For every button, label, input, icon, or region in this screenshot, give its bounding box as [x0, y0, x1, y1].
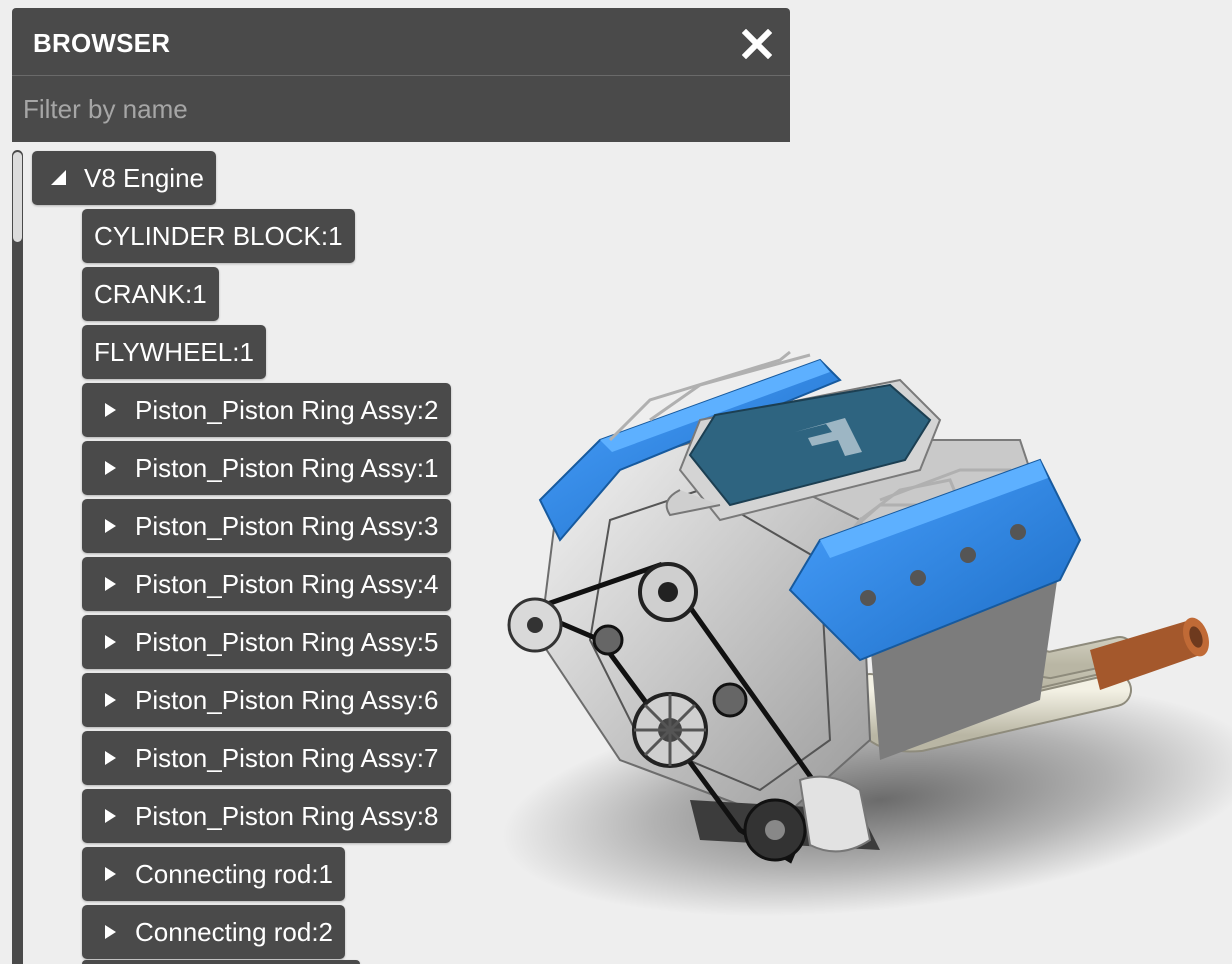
tree-node[interactable]: Piston_Piston Ring Assy:4 — [82, 557, 451, 611]
exhaust-tip — [1090, 617, 1209, 690]
tree-node[interactable]: Piston_Piston Ring Assy:6 — [82, 673, 451, 727]
expand-arrow-icon[interactable] — [102, 441, 122, 495]
expand-arrow-icon[interactable] — [102, 383, 122, 437]
tree-node[interactable]: FLYWHEEL:1 — [82, 325, 266, 379]
expand-arrow-icon[interactable] — [102, 673, 122, 727]
tree-node-label: Piston_Piston Ring Assy:2 — [135, 395, 439, 425]
tree-node[interactable]: Connecting rod:1 — [82, 847, 346, 901]
tree-node[interactable]: CYLINDER BLOCK:1 — [82, 209, 355, 263]
tree-node[interactable]: Connecting rod:2 — [82, 905, 346, 959]
tree-scrollbar[interactable] — [12, 150, 23, 964]
tree-node[interactable]: Piston_Piston Ring Assy:8 — [82, 789, 451, 843]
scrollbar-thumb[interactable] — [13, 152, 22, 242]
tree-node[interactable]: Piston_Piston Ring Assy:3 — [82, 499, 451, 553]
browser-title: BROWSER — [33, 28, 171, 58]
expand-arrow-icon[interactable] — [102, 847, 122, 901]
expand-toggle-icon[interactable] — [49, 151, 69, 205]
tree-node-label: Connecting rod:1 — [135, 859, 334, 889]
close-icon[interactable] — [741, 28, 773, 60]
tree-node[interactable]: Piston_Piston Ring Assy:2 — [82, 383, 451, 437]
tree-node-label: CYLINDER BLOCK:1 — [94, 221, 343, 251]
tree-node-root[interactable]: V8 Engine — [32, 151, 216, 205]
tree-node-label: V8 Engine — [84, 163, 204, 193]
tree-node-label: FLYWHEEL:1 — [94, 337, 254, 367]
tree-node-label: Piston_Piston Ring Assy:8 — [135, 801, 439, 831]
expand-arrow-icon[interactable] — [102, 905, 122, 959]
tree-node[interactable]: CRANK:1 — [82, 267, 219, 321]
expand-arrow-icon[interactable] — [102, 615, 122, 669]
tree-node[interactable]: Piston_Piston Ring Assy:1 — [82, 441, 451, 495]
expand-arrow-icon[interactable] — [102, 557, 122, 611]
tree-node-label: CRANK:1 — [94, 279, 207, 309]
tree-node-label: Piston_Piston Ring Assy:3 — [135, 511, 439, 541]
tree-node-partial[interactable] — [82, 960, 360, 964]
tree-node-label: Piston_Piston Ring Assy:6 — [135, 685, 439, 715]
tree-node-label: Piston_Piston Ring Assy:1 — [135, 453, 439, 483]
tree-node-label: Piston_Piston Ring Assy:7 — [135, 743, 439, 773]
tree-node-label: Piston_Piston Ring Assy:4 — [135, 569, 439, 599]
filter-bar — [12, 76, 790, 142]
tree-node[interactable]: Piston_Piston Ring Assy:7 — [82, 731, 451, 785]
browser-header: BROWSER — [12, 8, 790, 76]
tree-node[interactable]: Piston_Piston Ring Assy:5 — [82, 615, 451, 669]
expand-arrow-icon[interactable] — [102, 731, 122, 785]
tree-node-label: Connecting rod:2 — [135, 917, 334, 947]
expand-arrow-icon[interactable] — [102, 499, 122, 553]
expand-arrow-icon[interactable] — [102, 789, 122, 843]
filter-input[interactable] — [12, 76, 790, 142]
tree-node-label: Piston_Piston Ring Assy:5 — [135, 627, 439, 657]
